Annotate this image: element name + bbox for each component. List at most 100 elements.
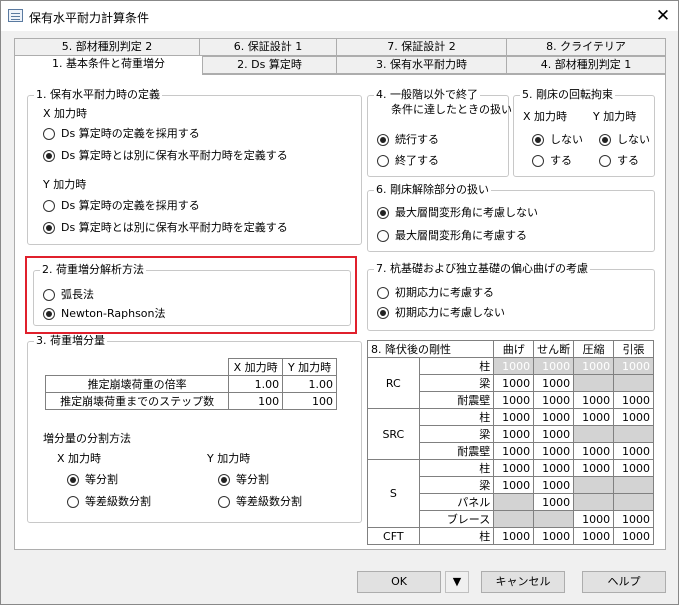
stiffness-cell[interactable]: 1000 <box>533 476 575 494</box>
stiffness-cell[interactable]: 1000 <box>573 510 615 528</box>
stiffness-cell[interactable]: 1000 <box>493 527 535 545</box>
radio-y-equal-division[interactable] <box>218 474 230 486</box>
division-y-label: Y 加力時 <box>207 452 251 465</box>
col-header-y: Y 加力時 <box>282 358 337 376</box>
radio-x-arithmetic-division[interactable] <box>67 496 79 508</box>
radio-y-rotation-on[interactable] <box>599 155 611 167</box>
member-label: ブレース <box>418 510 495 528</box>
stiffness-cell[interactable]: 1000 <box>573 442 615 460</box>
stiffness-cell[interactable]: 1000 <box>533 442 575 460</box>
radio-x-separate-definition[interactable] <box>43 150 55 162</box>
dropdown-arrow-icon[interactable]: ▼ <box>445 571 469 593</box>
radio-initial-stress-not-considered[interactable] <box>377 307 389 319</box>
radio-initial-stress-considered[interactable] <box>377 287 389 299</box>
stiffness-cell[interactable]: 1000 <box>533 493 575 511</box>
stiffness-cell <box>613 493 654 511</box>
stiffness-cell[interactable]: 1000 <box>573 408 615 426</box>
radio-label: 等分割 <box>85 473 118 486</box>
stiffness-cell[interactable]: 1000 <box>533 527 575 545</box>
radio-continue[interactable] <box>377 134 389 146</box>
stiffness-cell[interactable]: 1000 <box>493 374 535 392</box>
group-title-line2: 条件に達したときの扱い <box>391 103 512 116</box>
radio-arc-length[interactable] <box>43 289 55 301</box>
stiffness-cell[interactable]: 1000 <box>613 442 654 460</box>
close-icon[interactable]: ✕ <box>651 5 675 27</box>
group-label-rc: RC <box>367 357 420 409</box>
tab-member-type-1[interactable]: 4. 部材種別判定 1 <box>506 56 666 74</box>
stiffness-cell[interactable]: 1000 <box>533 459 575 477</box>
ok-button[interactable]: OK <box>357 571 441 593</box>
tab-criteria[interactable]: 8. クライテリア <box>506 38 666 56</box>
tab-guarantee-design-2[interactable]: 7. 保証設計 2 <box>336 38 507 56</box>
stiffness-cell <box>493 510 535 528</box>
help-button[interactable]: ヘルプ <box>582 571 666 593</box>
radio-label: Ds 算定時とは別に保有水平耐力時を定義する <box>61 149 288 162</box>
cell-x-step-count[interactable]: 100 <box>228 392 284 410</box>
stiffness-cell[interactable]: 1000 <box>613 408 654 426</box>
radio-y-separate-definition[interactable] <box>43 222 55 234</box>
stiffness-cell[interactable]: 1000 <box>493 425 535 443</box>
stiffness-cell[interactable]: 1000 <box>493 391 535 409</box>
tab-guarantee-design-1[interactable]: 6. 保証設計 1 <box>199 38 337 56</box>
radio-label: 終了する <box>395 154 439 167</box>
stiffness-cell[interactable]: 1000 <box>533 374 575 392</box>
member-label: 柱 <box>418 357 495 375</box>
stiffness-cell <box>573 425 615 443</box>
stiffness-cell[interactable]: 1000 <box>533 408 575 426</box>
stiffness-cell <box>533 510 575 528</box>
radio-drift-considered[interactable] <box>377 230 389 242</box>
radio-y-rotation-off[interactable] <box>599 134 611 146</box>
stiffness-cell[interactable]: 1000 <box>493 476 535 494</box>
table-corner <box>45 358 230 376</box>
tab-member-type-2[interactable]: 5. 部材種別判定 2 <box>14 38 200 56</box>
radio-terminate[interactable] <box>377 155 389 167</box>
stiffness-cell[interactable]: 1000 <box>493 408 535 426</box>
group-title: 3. 荷重増分量 <box>34 334 107 348</box>
group-foundation-eccentric-bending: 7. 杭基礎および独立基礎の偏心曲げの考慮 <box>367 262 655 331</box>
member-label: 梁 <box>418 425 495 443</box>
radio-label: 初期応力に考慮する <box>395 286 494 299</box>
cancel-button[interactable]: キャンセル <box>481 571 565 593</box>
stiffness-cell[interactable]: 1000 <box>493 459 535 477</box>
stiffness-cell[interactable]: 1000 <box>573 527 615 545</box>
radio-x-rotation-on[interactable] <box>532 155 544 167</box>
stiffness-cell <box>493 493 535 511</box>
cell-y-step-count[interactable]: 100 <box>282 392 337 410</box>
radio-label: Ds 算定時の定義を採用する <box>61 127 200 140</box>
group-title: 2. 荷重増分解析方法 <box>40 263 146 277</box>
row-label-collapse-ratio: 推定崩壊荷重の倍率 <box>44 375 230 393</box>
stiffness-cell[interactable]: 1000 <box>613 527 654 545</box>
col-header-tension: 引張 <box>613 340 654 358</box>
radio-x-use-ds-definition[interactable] <box>43 128 55 140</box>
stiffness-cell <box>573 493 615 511</box>
stiffness-cell[interactable]: 1000 <box>573 459 615 477</box>
col-header-bending: 曲げ <box>493 340 535 358</box>
stiffness-cell[interactable]: 1000 <box>573 391 615 409</box>
group-label-s: S <box>367 459 420 528</box>
stiffness-cell[interactable]: 1000 <box>533 425 575 443</box>
tab-basic-conditions[interactable]: 1. 基本条件と荷重増分 <box>14 55 203 75</box>
tab-ds-calc[interactable]: 2. Ds 算定時 <box>202 56 337 74</box>
stiffness-cell[interactable]: 1000 <box>613 510 654 528</box>
radio-x-equal-division[interactable] <box>67 474 79 486</box>
member-label: 柱 <box>418 459 495 477</box>
member-label: 梁 <box>418 374 495 392</box>
cell-x-collapse-ratio[interactable]: 1.00 <box>228 375 284 393</box>
tab-panel: 1. 保有水平耐力時の定義 X 加力時 Ds 算定時の定義を採用する Ds 算定… <box>14 74 666 550</box>
radio-drift-not-considered[interactable] <box>377 207 389 219</box>
stiffness-cell[interactable]: 1000 <box>613 459 654 477</box>
radio-y-arithmetic-division[interactable] <box>218 496 230 508</box>
stiffness-cell[interactable]: 1000 <box>493 442 535 460</box>
cell-y-collapse-ratio[interactable]: 1.00 <box>282 375 337 393</box>
radio-newton-raphson[interactable] <box>43 308 55 320</box>
radio-x-rotation-off[interactable] <box>532 134 544 146</box>
radio-label: 最大層間変形角に考慮する <box>395 229 527 242</box>
member-label: パネル <box>418 493 495 511</box>
stiffness-cell[interactable]: 1000 <box>533 391 575 409</box>
group-label-src: SRC <box>367 408 420 460</box>
stiffness-cell[interactable]: 1000 <box>613 391 654 409</box>
radio-label: Ds 算定時とは別に保有水平耐力時を定義する <box>61 221 288 234</box>
radio-y-use-ds-definition[interactable] <box>43 200 55 212</box>
group-title: 5. 剛床の回転拘束 <box>520 88 615 102</box>
tab-horizontal-capacity[interactable]: 3. 保有水平耐力時 <box>336 56 507 74</box>
